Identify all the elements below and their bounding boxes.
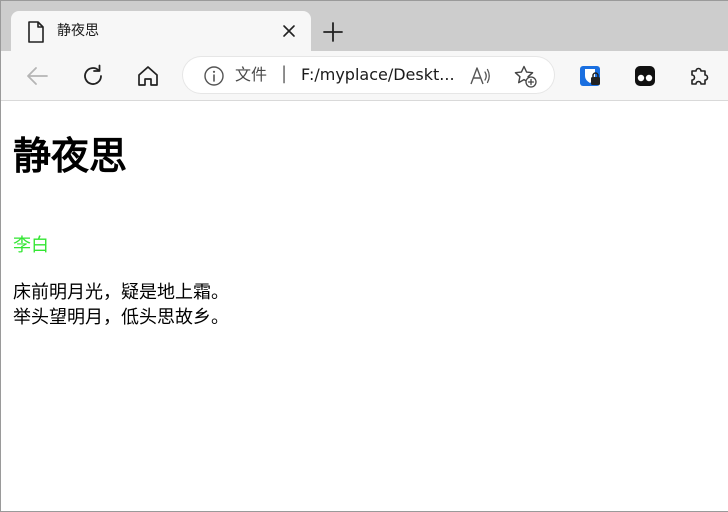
tab-strip: 静夜思 bbox=[1, 1, 728, 51]
browser-toolbar: 文件 | F:/myplace/Deskt... bbox=[1, 51, 728, 101]
browser-window: 静夜思 文件 | F:/myplace/Deskt... 静夜思 李白 床前明月… bbox=[0, 0, 728, 512]
plus-icon[interactable] bbox=[321, 20, 345, 44]
url-text[interactable]: F:/myplace/Deskt... bbox=[301, 65, 459, 85]
home-icon[interactable] bbox=[135, 63, 161, 89]
close-icon[interactable] bbox=[279, 21, 299, 41]
address-separator: | bbox=[281, 63, 288, 84]
puzzle-extensions-icon[interactable] bbox=[687, 63, 713, 89]
poem-line-1: 床前明月光，疑是地上霜。 bbox=[13, 282, 229, 303]
protocol-label: 文件 bbox=[235, 65, 268, 84]
poem-line-2: 举头望明月，低头思故乡。 bbox=[13, 307, 229, 328]
tampermonkey-icon[interactable] bbox=[632, 63, 658, 89]
read-aloud-icon[interactable] bbox=[469, 65, 491, 87]
back-arrow-icon[interactable] bbox=[25, 63, 51, 89]
author-name: 李白 bbox=[13, 235, 49, 256]
tab-title: 静夜思 bbox=[57, 23, 99, 39]
add-favorite-icon[interactable] bbox=[513, 64, 537, 88]
document-icon bbox=[27, 21, 45, 43]
password-manager-icon[interactable] bbox=[577, 63, 603, 89]
browser-tab[interactable]: 静夜思 bbox=[11, 11, 311, 51]
refresh-icon[interactable] bbox=[80, 63, 106, 89]
info-icon[interactable] bbox=[203, 65, 225, 87]
page-heading: 静夜思 bbox=[13, 134, 128, 178]
address-bar[interactable]: 文件 | F:/myplace/Deskt... bbox=[183, 57, 554, 93]
